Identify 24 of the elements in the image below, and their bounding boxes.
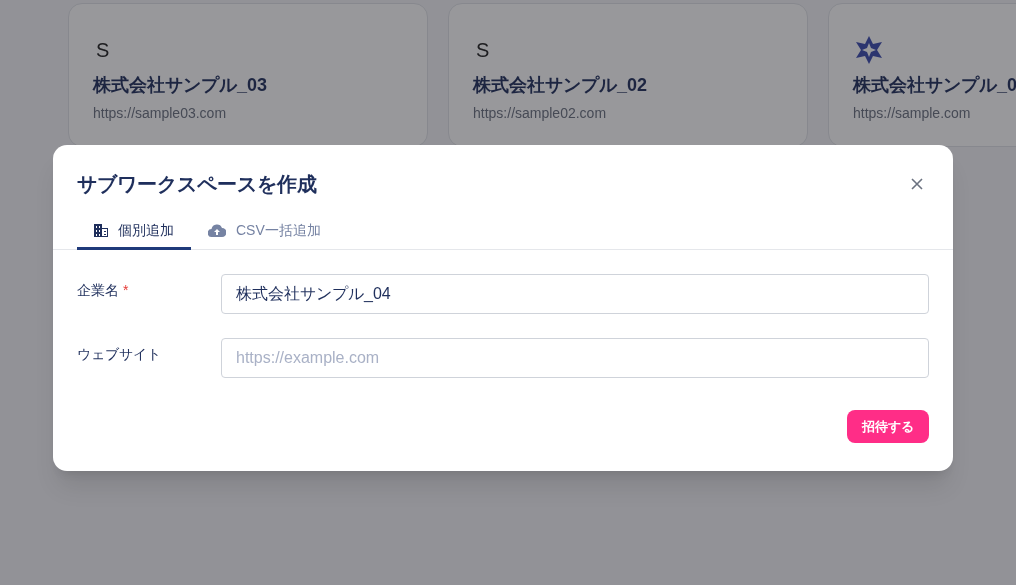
field-label: ウェブサイト <box>77 344 161 364</box>
dialog-title: サブワークスペースを作成 <box>77 172 317 197</box>
company-url: https://sample03.com <box>93 104 228 123</box>
input-field[interactable]: 株式会社サンプル_04 <box>221 274 929 314</box>
tab[interactable]: 個別追加 <box>77 213 191 250</box>
logo-letter: S <box>475 38 490 63</box>
close-icon <box>911 178 923 190</box>
company-card[interactable]: S 株式会社サンプル_03 https://sample03.com <box>68 3 428 147</box>
company-url: https://sample02.com <box>473 104 608 123</box>
invite-button[interactable]: 招待する <box>847 410 929 443</box>
company-url: https://sample.com <box>853 104 972 123</box>
field-label: 企業名 <box>77 280 119 300</box>
company-name: 株式会社サンプル_03 <box>93 74 269 97</box>
company-card[interactable]: 株式会社サンプル_0 https://sample.com <box>828 3 1016 147</box>
cloud-upload-icon <box>208 223 226 237</box>
company-card[interactable]: S 株式会社サンプル_02 https://sample02.com <box>448 3 808 147</box>
input-field[interactable]: https://example.com <box>221 338 929 378</box>
tab[interactable]: CSV一括追加 <box>191 213 338 250</box>
building-icon <box>94 223 108 237</box>
company-name: 株式会社サンプル_0 <box>853 74 1016 97</box>
required-mark: * <box>123 280 129 300</box>
company-name: 株式会社サンプル_02 <box>473 74 649 97</box>
star-logo-icon <box>853 34 885 66</box>
logo-letter: S <box>95 38 110 63</box>
